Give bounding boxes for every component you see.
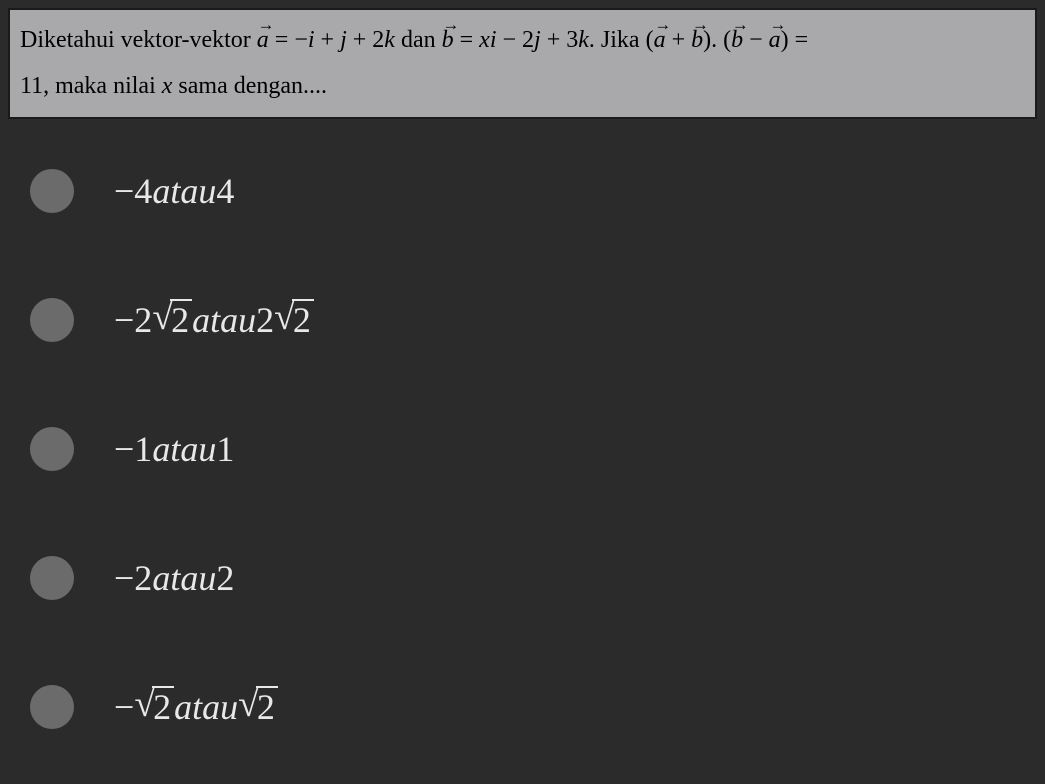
q-value: 11	[20, 73, 43, 99]
unit-i: i	[308, 27, 315, 53]
unit-j: j	[534, 27, 541, 53]
vector-a: a	[257, 18, 269, 64]
question-text-prefix: Diketahui vektor-vektor	[20, 27, 257, 53]
q-line2-text: , maka nilai	[43, 73, 162, 99]
option-row-4[interactable]: −2 atau 2	[30, 556, 1037, 600]
opt-atau: atau	[174, 686, 238, 728]
question-box: Diketahui vektor-vektor a = −i + j + 2k …	[8, 8, 1037, 119]
opt-neg: −4	[114, 170, 152, 212]
unit-j: j	[340, 27, 347, 53]
q-jika: . Jika (	[589, 27, 654, 53]
var-x: x	[479, 27, 490, 53]
radio-button[interactable]	[30, 685, 74, 729]
vector-b: b	[731, 18, 743, 64]
option-row-1[interactable]: −4 atau 4	[30, 169, 1037, 213]
radio-button[interactable]	[30, 556, 74, 600]
var-x: x	[162, 73, 173, 99]
opt-atau: atau	[152, 557, 216, 599]
opt-neg: −1	[114, 428, 152, 470]
option-row-3[interactable]: −1 atau 1	[30, 427, 1037, 471]
sqrt-icon: √2	[134, 686, 174, 728]
sqrt-icon: √2	[274, 299, 314, 341]
radio-button[interactable]	[30, 298, 74, 342]
option-row-2[interactable]: −2√2 atau 2√2	[30, 298, 1037, 342]
opt-atau: atau	[192, 299, 256, 341]
opt-pos: 1	[216, 428, 234, 470]
opt-neg: −2	[114, 557, 152, 599]
q-dan: dan	[395, 27, 442, 53]
option-text-1: −4 atau 4	[114, 170, 234, 212]
sqrt-icon: √2	[152, 299, 192, 341]
option-text-2: −2√2 atau 2√2	[114, 299, 314, 341]
q-plus: +	[315, 27, 341, 53]
q-minus: − 2	[496, 27, 534, 53]
unit-k: k	[384, 27, 395, 53]
option-row-5[interactable]: −√2 atau √2	[30, 685, 1037, 729]
sqrt-icon: √2	[238, 686, 278, 728]
q-line2-end: sama dengan....	[172, 73, 327, 99]
vector-b: b	[442, 18, 454, 64]
unit-k: k	[578, 27, 589, 53]
opt-atau: atau	[152, 428, 216, 470]
radio-button[interactable]	[30, 169, 74, 213]
option-text-3: −1 atau 1	[114, 428, 234, 470]
opt-pos: 4	[216, 170, 234, 212]
vector-b: b	[691, 18, 703, 64]
opt-pos: 2	[256, 299, 274, 341]
options-container: −4 atau 4 −2√2 atau 2√2 −1 atau 1 −2 ata…	[8, 169, 1037, 729]
q-plus: + 2	[347, 27, 385, 53]
q-plus: + 3	[541, 27, 579, 53]
opt-atau: atau	[152, 170, 216, 212]
q-eq: = −	[269, 27, 308, 53]
opt-pos: 2	[216, 557, 234, 599]
vector-a: a	[769, 18, 781, 64]
opt-neg: −2	[114, 299, 152, 341]
option-text-5: −√2 atau √2	[114, 686, 278, 728]
radio-button[interactable]	[30, 427, 74, 471]
vector-a: a	[654, 18, 666, 64]
option-text-4: −2 atau 2	[114, 557, 234, 599]
opt-neg: −	[114, 686, 134, 728]
